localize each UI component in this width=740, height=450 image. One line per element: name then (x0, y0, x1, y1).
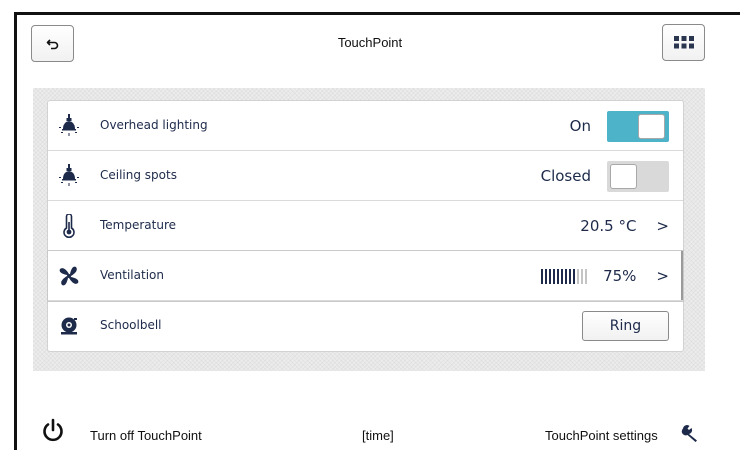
time-display: [time] (362, 428, 394, 443)
level-bar (549, 268, 552, 284)
ceiling-spots-toggle[interactable] (607, 160, 669, 192)
level-bar (565, 268, 568, 284)
bulb-icon (58, 114, 80, 138)
fan-icon (58, 264, 80, 288)
row-label: Ceiling spots (100, 168, 177, 182)
row-value: 75% (603, 267, 637, 285)
list-item-temperature[interactable]: Temperature 20.5 °C > (48, 201, 683, 251)
toggle-knob (638, 113, 665, 139)
level-bar (557, 268, 560, 284)
level-bar (577, 268, 580, 284)
level-bar (581, 268, 584, 284)
bulb-icon (58, 164, 80, 188)
bell-icon (58, 314, 80, 338)
row-label: Temperature (100, 218, 177, 232)
level-bar (545, 268, 548, 284)
list-item-ceiling-spots[interactable]: Ceiling spots Closed (48, 151, 683, 201)
app-title: TouchPoint (337, 35, 403, 50)
row-value: Closed (540, 167, 591, 185)
chevron-right-icon: > (656, 267, 669, 285)
overhead-lighting-toggle[interactable] (607, 110, 669, 142)
row-value: 20.5 °C (580, 217, 637, 235)
list-item-schoolbell: Schoolbell Ring (48, 301, 683, 351)
thermometer-icon (58, 214, 80, 238)
device-list: Overhead lighting On Ceiling spots Close… (47, 100, 684, 352)
turn-off-link[interactable]: Turn off TouchPoint (90, 428, 202, 443)
level-bar (553, 268, 556, 284)
ring-button[interactable]: Ring (582, 311, 669, 341)
menu-button[interactable] (662, 24, 705, 61)
toggle-knob (610, 163, 637, 189)
list-item-overhead-lighting[interactable]: Overhead lighting On (48, 101, 683, 151)
list-item-ventilation[interactable]: Ventilation 75% > (48, 251, 683, 301)
level-bar (573, 268, 576, 284)
row-label: Ventilation (100, 268, 164, 282)
row-label: Schoolbell (100, 318, 162, 332)
ventilation-level-bars (541, 268, 588, 284)
chevron-right-icon: > (656, 217, 669, 235)
level-bar (569, 268, 572, 284)
level-bar (585, 268, 588, 284)
grid-menu-icon (673, 36, 694, 49)
row-label: Overhead lighting (100, 118, 208, 132)
settings-link[interactable]: TouchPoint settings (545, 428, 658, 443)
level-bar (541, 268, 544, 284)
power-icon[interactable] (40, 418, 66, 444)
row-value: On (569, 117, 591, 135)
wrench-icon[interactable] (681, 424, 701, 442)
level-bar (561, 268, 564, 284)
